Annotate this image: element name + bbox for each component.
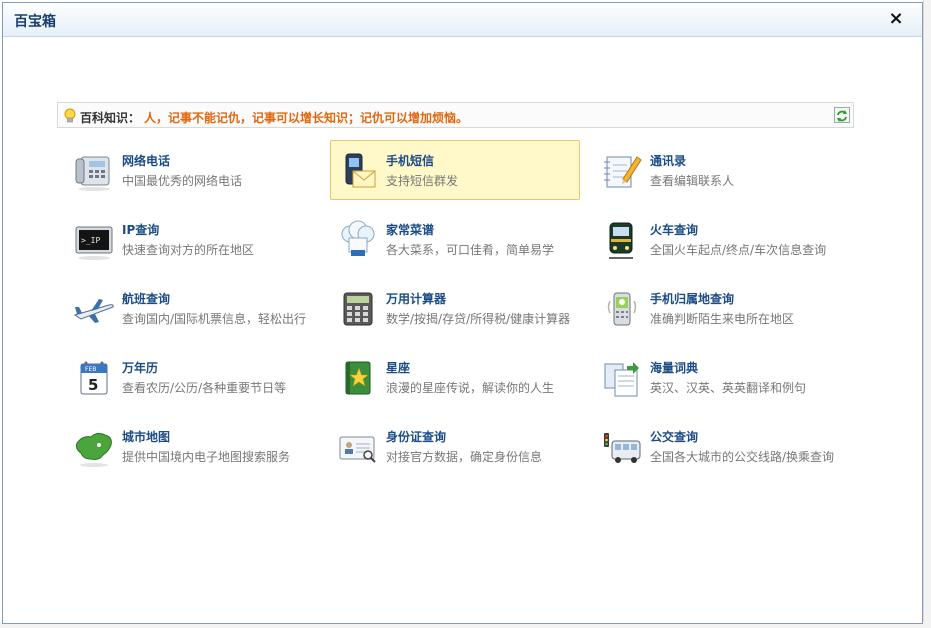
svg-text:5: 5 — [88, 376, 98, 394]
tool-name: 海量词典 — [650, 361, 699, 375]
tool-name: 身份证查询 — [386, 430, 447, 444]
dialog-title: 百宝箱 — [14, 14, 56, 30]
tool-desc: 准确判断陌生来电所在地区 — [650, 312, 795, 326]
tool-item-ip-lookup[interactable]: >_IP IP查询 快速查询对方的所在地区 — [66, 209, 316, 269]
tool-desc: 全国火车起点/终点/车次信息查询 — [650, 243, 827, 257]
tool-desc: 全国各大城市的公交线路/换乘查询 — [650, 450, 835, 464]
tip-label: 百科知识： — [80, 111, 141, 125]
calendar-icon: FEB 5 — [73, 358, 115, 400]
calculator-icon — [337, 289, 379, 331]
tool-name: 家常菜谱 — [386, 223, 435, 237]
refresh-tip-button[interactable] — [834, 107, 850, 123]
tool-name: 通讯录 — [650, 154, 687, 168]
tool-name: 城市地图 — [122, 430, 171, 444]
tool-item-horoscope[interactable]: 星座 浪漫的星座传说，解读你的人生 — [330, 347, 580, 407]
tip-text: 人，记事不能记仇，记事可以增长知识；记仇可以增加烦恼。 — [144, 111, 469, 125]
tool-name: 航班查询 — [122, 292, 171, 306]
dictionary-icon — [601, 358, 643, 400]
sms-icon — [337, 151, 379, 193]
tool-name: 火车查询 — [650, 223, 699, 237]
tool-desc: 对接官方数据，确定身份信息 — [386, 450, 543, 464]
refresh-icon — [837, 110, 847, 122]
lightbulb-icon — [64, 108, 76, 124]
dialog-titlebar: 百宝箱 × — [3, 3, 922, 37]
mobile-icon — [601, 289, 643, 331]
tool-desc: 英汉、汉英、英英翻译和例句 — [650, 381, 807, 395]
window-edge — [923, 0, 931, 628]
tool-desc: 查询国内/国际机票信息，轻松出行 — [122, 312, 307, 326]
notebook-icon — [601, 151, 643, 193]
tool-name: IP查询 — [122, 223, 160, 237]
tool-item-flight[interactable]: 航班查询 查询国内/国际机票信息，轻松出行 — [66, 278, 316, 338]
tool-item-calendar[interactable]: FEB 5 万年历 查看农历/公历/各种重要节日等 — [66, 347, 316, 407]
tool-grid: 网络电话 中国最优秀的网络电话 手机短信 支持短信群发 通讯录 查看编辑联系人 … — [66, 140, 856, 480]
tool-item-id-card[interactable]: 身份证查询 对接官方数据，确定身份信息 — [330, 416, 580, 476]
tool-desc: 支持短信群发 — [386, 174, 459, 188]
china-map-icon — [73, 427, 115, 469]
tool-item-calculator[interactable]: 万用计算器 数学/按揭/存贷/所得税/健康计算器 — [330, 278, 580, 338]
tool-desc: 快速查询对方的所在地区 — [122, 243, 255, 257]
tool-name: 万用计算器 — [386, 292, 447, 306]
star-book-icon — [337, 358, 379, 400]
tool-name: 公交查询 — [650, 430, 699, 444]
tool-item-recipes[interactable]: 家常菜谱 各大菜系，可口佳肴，简单易学 — [330, 209, 580, 269]
tool-item-sms[interactable]: 手机短信 支持短信群发 — [330, 140, 580, 200]
tool-desc: 数学/按揭/存贷/所得税/健康计算器 — [386, 312, 571, 326]
tool-desc: 浪漫的星座传说，解读你的人生 — [386, 381, 555, 395]
tool-item-train[interactable]: 火车查询 全国火车起点/终点/车次信息查询 — [594, 209, 844, 269]
tool-desc: 提供中国境内电子地图搜索服务 — [122, 450, 291, 464]
airplane-icon — [73, 289, 115, 331]
tool-desc: 查看农历/公历/各种重要节日等 — [122, 381, 287, 395]
svg-text:>_IP: >_IP — [81, 236, 100, 245]
tool-name: 网络电话 — [122, 154, 171, 168]
tool-name: 星座 — [386, 361, 411, 375]
phone-icon — [73, 151, 115, 193]
tool-item-dictionary[interactable]: 海量词典 英汉、汉英、英英翻译和例句 — [594, 347, 844, 407]
tool-item-city-map[interactable]: 城市地图 提供中国境内电子地图搜索服务 — [66, 416, 316, 476]
tool-name: 万年历 — [122, 361, 159, 375]
tool-name: 手机归属地查询 — [650, 292, 735, 306]
tool-item-contacts[interactable]: 通讯录 查看编辑联系人 — [594, 140, 844, 200]
tool-item-bus[interactable]: 公交查询 全国各大城市的公交线路/换乘查询 — [594, 416, 844, 476]
svg-text:FEB: FEB — [85, 366, 96, 373]
close-button[interactable]: × — [886, 9, 906, 29]
train-icon — [601, 220, 643, 262]
tool-item-mobile-location[interactable]: 手机归属地查询 准确判断陌生来电所在地区 — [594, 278, 844, 338]
tool-item-voip[interactable]: 网络电话 中国最优秀的网络电话 — [66, 140, 316, 200]
bus-icon — [601, 427, 643, 469]
tool-desc: 中国最优秀的网络电话 — [122, 174, 243, 188]
terminal-icon: >_IP — [73, 220, 115, 262]
tool-name: 手机短信 — [386, 154, 435, 168]
chef-icon — [337, 220, 379, 262]
tip-bar: 百科知识： 人，记事不能记仇，记事可以增长知识；记仇可以增加烦恼。 — [57, 102, 854, 128]
tool-desc: 查看编辑联系人 — [650, 174, 735, 188]
tool-desc: 各大菜系，可口佳肴，简单易学 — [386, 243, 555, 257]
id-card-icon — [337, 427, 379, 469]
